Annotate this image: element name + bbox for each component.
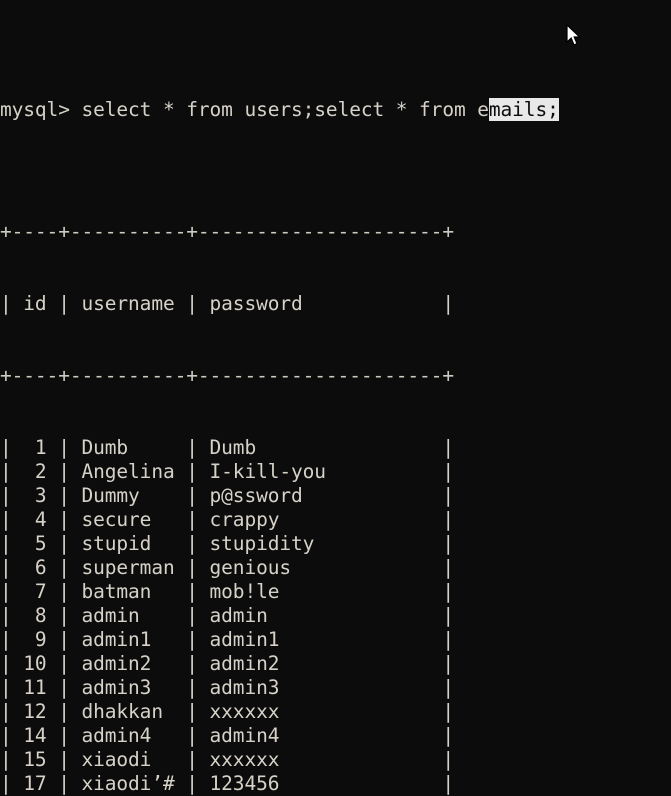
users-table-body: | 1 | Dumb | Dumb | | 2 | Angelina | I-ki… bbox=[0, 436, 671, 796]
users-table-row: | 14 | admin4 | admin4 | bbox=[0, 724, 454, 747]
users-table-row: | 1 | Dumb | Dumb | bbox=[0, 436, 454, 459]
users-table-header-rule: +----+----------+---------------------+ bbox=[0, 364, 454, 387]
users-table-row: | 9 | admin1 | admin1 | bbox=[0, 628, 454, 651]
users-table-row: | 3 | Dummy | p@ssword | bbox=[0, 484, 454, 507]
users-table-row: | 11 | admin3 | admin3 | bbox=[0, 676, 454, 699]
users-table-top-rule: +----+----------+---------------------+ bbox=[0, 220, 454, 243]
users-table-row: | 8 | admin | admin | bbox=[0, 604, 454, 627]
users-table-row: | 17 | xiaodi’# | 123456 | bbox=[0, 772, 454, 795]
users-table-row: | 7 | batman | mob!le | bbox=[0, 580, 454, 603]
command-text-selected[interactable]: mails; bbox=[488, 98, 559, 121]
command-prompt-line[interactable]: mysql> select * from users;select * from… bbox=[0, 96, 671, 124]
users-table-row: | 15 | xiaodi | xxxxxx | bbox=[0, 748, 454, 771]
users-table-row: | 4 | secure | crappy | bbox=[0, 508, 454, 531]
command-text-unselected: select * from users;select * from e bbox=[81, 98, 489, 121]
users-table-row: | 12 | dhakkan | xxxxxx | bbox=[0, 700, 454, 723]
users-table-row: | 2 | Angelina | I-kill-you | bbox=[0, 460, 454, 483]
users-table-row: | 5 | stupid | stupidity | bbox=[0, 532, 454, 555]
terminal-screen[interactable]: mysql> select * from users;select * from… bbox=[0, 0, 671, 796]
users-table-row: | 6 | superman | genious | bbox=[0, 556, 454, 579]
users-table-row: | 10 | admin2 | admin2 | bbox=[0, 652, 454, 675]
users-table-header-row: | id | username | password | bbox=[0, 292, 454, 315]
prompt-text: mysql> bbox=[0, 98, 82, 121]
mouse-cursor-icon bbox=[566, 24, 581, 46]
